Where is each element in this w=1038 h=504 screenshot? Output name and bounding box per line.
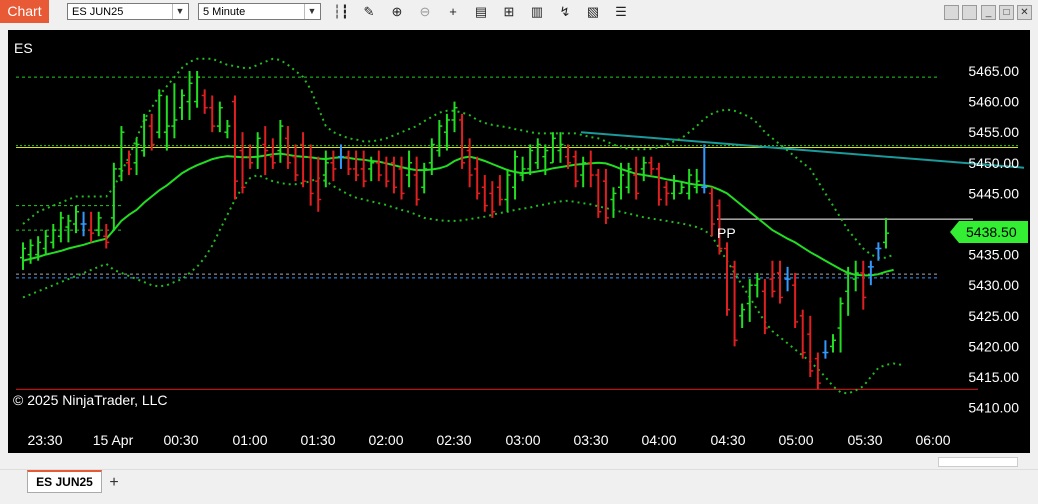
close-button[interactable]: ✕	[1017, 5, 1032, 20]
bar-type-icon[interactable]: ┆┇	[332, 3, 350, 21]
y-axis-label: 5450.00	[968, 155, 1019, 171]
last-price-value: 5438.50	[966, 224, 1017, 240]
x-axis-label: 00:30	[163, 432, 198, 448]
title-bar: Chart ES JUN25 ▼ 5 Minute ▼ ┆┇ ✎ ⊕ ⊖ + ▤…	[0, 0, 1038, 24]
zoom-out-icon[interactable]: ⊖	[416, 3, 434, 21]
x-axis-label: 04:30	[710, 432, 745, 448]
y-axis-label: 5420.00	[968, 338, 1019, 354]
interval-selector[interactable]: 5 Minute ▼	[198, 3, 321, 20]
x-axis-label: 04:00	[641, 432, 676, 448]
window-title: Chart	[0, 0, 49, 23]
pencil-icon[interactable]: ✎	[360, 3, 378, 21]
y-axis-label: 5445.00	[968, 185, 1019, 201]
instrument-label: ES	[14, 40, 33, 56]
x-axis-label: 02:00	[368, 432, 403, 448]
moving-average-line	[22, 152, 894, 277]
y-axis-label: 5425.00	[968, 308, 1019, 324]
x-axis-label: 06:00	[915, 432, 950, 448]
tab-bar: ES JUN25 +	[0, 469, 1038, 504]
add-tab-button[interactable]: +	[104, 473, 124, 493]
crosshair-icon[interactable]: +	[444, 3, 462, 21]
bollinger-upper-band	[22, 57, 894, 259]
last-price-marker: 5438.50	[950, 221, 1028, 243]
x-axis-label: 01:00	[232, 432, 267, 448]
x-axis-label: 03:30	[573, 432, 608, 448]
x-axis-label: 03:00	[505, 432, 540, 448]
chevron-down-icon: ▼	[304, 4, 319, 19]
data-box-icon[interactable]: ▤	[472, 3, 490, 21]
minimize-button[interactable]: _	[981, 5, 996, 20]
y-axis-label: 5455.00	[968, 124, 1019, 140]
x-axis-label: 23:30	[27, 432, 62, 448]
instrument-selector[interactable]: ES JUN25 ▼	[67, 3, 189, 20]
y-axis-label: 5430.00	[968, 277, 1019, 293]
y-axis-label: 5465.00	[968, 63, 1019, 79]
x-axis-label: 02:30	[436, 432, 471, 448]
bollinger-lower-band	[22, 173, 902, 395]
horizontal-scrollbar[interactable]	[8, 456, 1030, 469]
chart-panel[interactable]: 5465.00 5460.00 5455.00 5450.00 5445.00 5435.…	[8, 30, 1030, 453]
window-menu-button[interactable]	[944, 5, 959, 20]
strategies-icon[interactable]: ↯	[556, 3, 574, 21]
x-axis-label: 05:00	[778, 432, 813, 448]
price-chart[interactable]: 5465.00 5460.00 5455.00 5450.00 5445.00 5435.…	[8, 30, 1030, 453]
trend-line	[580, 131, 1025, 169]
x-axis-label: 01:30	[300, 432, 335, 448]
y-axis-label: 5435.00	[968, 247, 1019, 263]
scrollbar-thumb[interactable]	[938, 457, 1018, 467]
instrument-selector-value: ES JUN25	[72, 6, 124, 18]
y-axis-label: 5410.00	[968, 400, 1019, 416]
pin-button[interactable]	[962, 5, 977, 20]
maximize-button[interactable]: □	[999, 5, 1014, 20]
chevron-down-icon: ▼	[172, 4, 187, 19]
zoom-in-icon[interactable]: ⊕	[388, 3, 406, 21]
interval-selector-value: 5 Minute	[203, 6, 246, 18]
x-axis-label: 05:30	[847, 432, 882, 448]
properties-icon[interactable]: ☰	[612, 3, 630, 21]
pivot-point-label: PP	[717, 225, 736, 241]
y-axis-label: 5460.00	[968, 94, 1019, 110]
templates-icon[interactable]: ▧	[584, 3, 602, 21]
y-axis-label: 5415.00	[968, 369, 1019, 385]
copyright-notice: © 2025 NinjaTrader, LLC	[13, 392, 168, 408]
tab-es-jun25[interactable]: ES JUN25	[27, 470, 102, 493]
chart-trader-icon[interactable]: ⊞	[500, 3, 518, 21]
indicators-icon[interactable]: ▥	[528, 3, 546, 21]
x-axis-label: 15 Apr	[93, 432, 134, 448]
